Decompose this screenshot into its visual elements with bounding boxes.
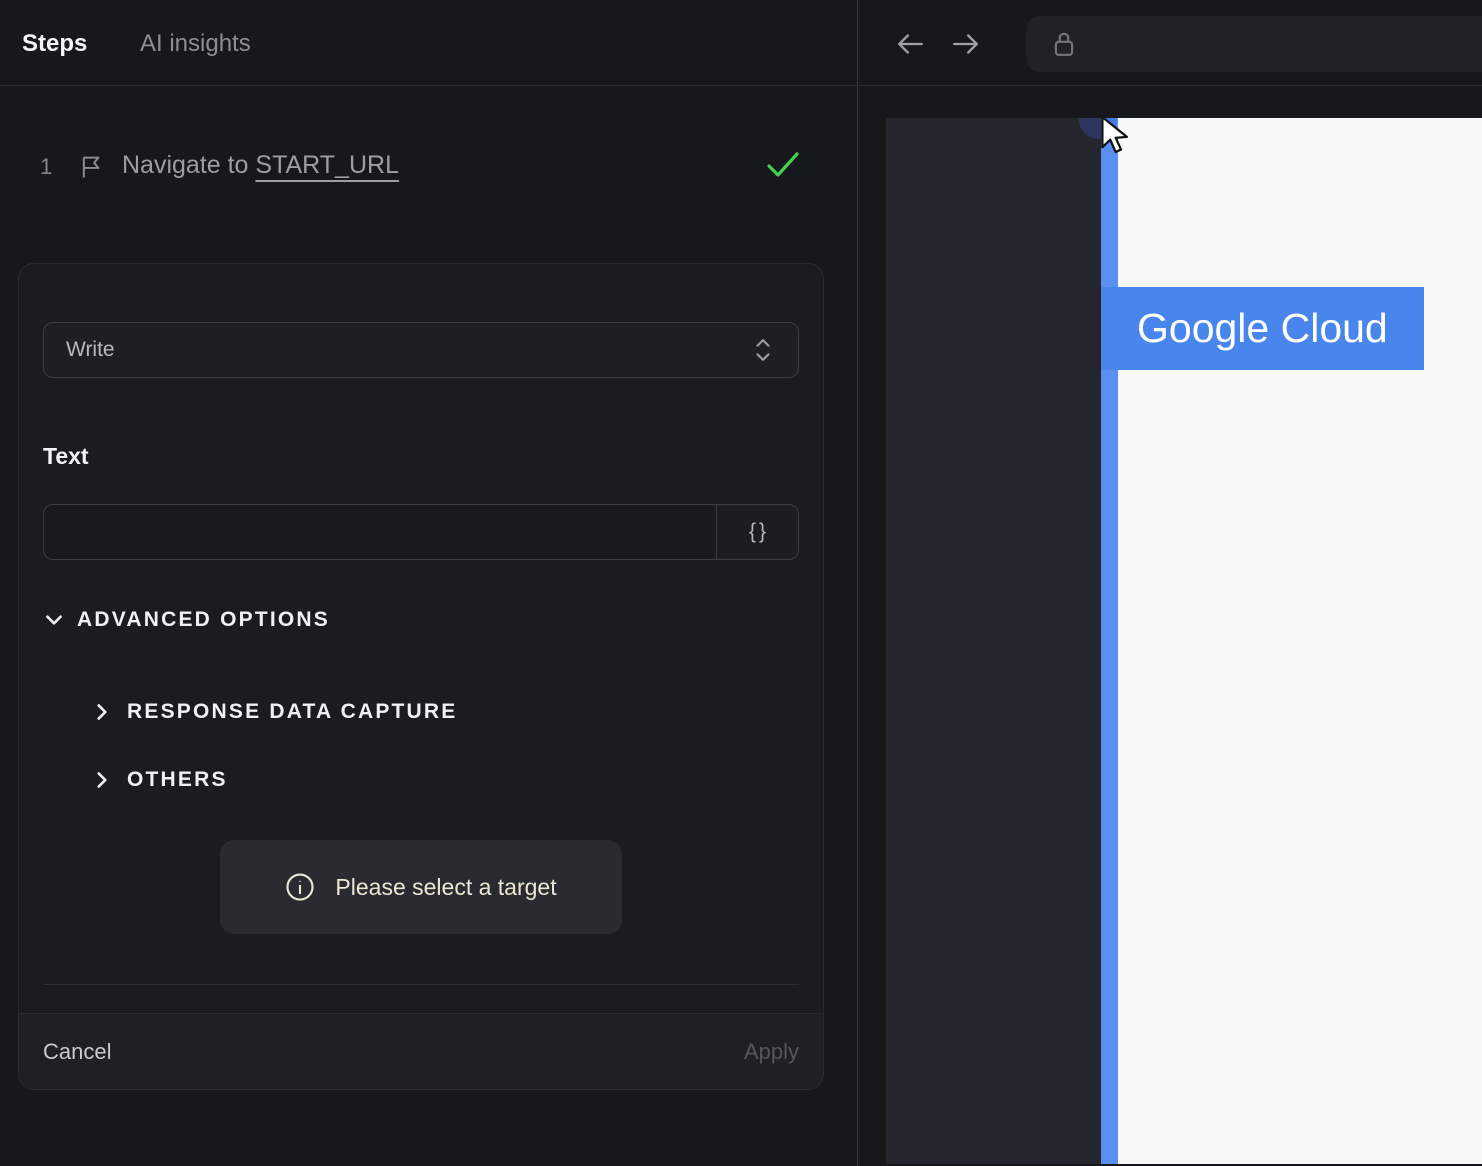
forward-button[interactable] [951, 29, 981, 59]
card-divider [43, 984, 799, 985]
text-input[interactable] [44, 505, 716, 559]
browser-toolbar [859, 0, 1482, 86]
steps-panel: Steps AI insights 1 Navigate to START_UR… [0, 0, 858, 1166]
brand-text: Google Cloud [1137, 305, 1388, 351]
check-icon [765, 150, 801, 180]
back-button[interactable] [895, 29, 925, 59]
others-label: OTHERS [127, 768, 228, 791]
chevron-right-icon [91, 701, 113, 723]
step-editor-card: Write Text {} ADVANCED OPTIONS RESPONSE … [18, 263, 824, 1090]
action-select-value: Write [66, 338, 115, 361]
page-white-region[interactable] [1101, 118, 1482, 1164]
element-highlight-stripe [1101, 118, 1118, 1164]
text-input-group: {} [43, 504, 799, 560]
insert-variable-button[interactable]: {} [716, 505, 798, 559]
step-target-link[interactable]: START_URL [255, 151, 399, 179]
tab-ai-insights[interactable]: AI insights [140, 29, 251, 59]
step-number: 1 [40, 154, 53, 179]
others-toggle[interactable]: OTHERS [91, 762, 228, 798]
advanced-options-toggle[interactable]: ADVANCED OPTIONS [43, 602, 330, 638]
response-data-capture-toggle[interactable]: RESPONSE DATA CAPTURE [91, 694, 458, 730]
app-root: Steps AI insights 1 Navigate to START_UR… [0, 0, 1482, 1166]
cursor-pointer-icon [1098, 118, 1132, 157]
address-bar[interactable] [1026, 16, 1482, 72]
info-icon [285, 872, 315, 902]
flag-icon [78, 153, 106, 181]
step-action-text: Navigate to [122, 151, 256, 179]
curly-braces-icon: {} [748, 520, 770, 543]
action-select[interactable]: Write [43, 322, 799, 378]
lock-icon [1052, 30, 1076, 58]
select-target-notice: Please select a target [220, 840, 622, 934]
response-data-capture-label: RESPONSE DATA CAPTURE [127, 700, 458, 723]
chevron-down-icon [43, 609, 65, 631]
tab-steps[interactable]: Steps [22, 29, 87, 59]
step-label: Navigate to START_URL [122, 151, 399, 180]
page-dark-region[interactable] [886, 118, 1101, 1164]
browser-panel: Google Cloud [859, 0, 1482, 1166]
brand-highlight-banner[interactable]: Google Cloud [1101, 287, 1424, 370]
cancel-button[interactable]: Cancel [43, 1014, 111, 1090]
panel-tabs: Steps AI insights [0, 0, 857, 86]
advanced-options-label: ADVANCED OPTIONS [77, 608, 330, 631]
select-target-notice-text: Please select a target [335, 873, 557, 900]
apply-button[interactable]: Apply [744, 1014, 799, 1090]
editor-footer: Cancel Apply [19, 1013, 823, 1089]
chevron-right-icon [91, 769, 113, 791]
unfold-icon [754, 338, 772, 362]
page-preview: Google Cloud [886, 118, 1482, 1164]
step-row[interactable]: 1 Navigate to START_URL [0, 148, 857, 188]
text-field-label: Text [43, 443, 89, 469]
